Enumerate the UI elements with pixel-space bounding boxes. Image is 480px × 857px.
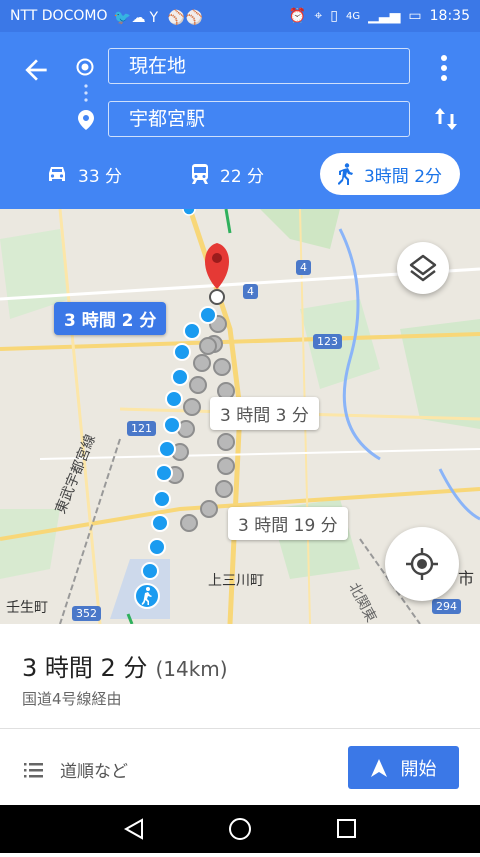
steps-label: 道順など bbox=[60, 762, 128, 782]
steps-button[interactable]: 道順など bbox=[24, 757, 128, 782]
system-nav-bar bbox=[0, 805, 480, 853]
battery-icon: ▭ bbox=[408, 8, 422, 24]
cloud-icon: ☁ bbox=[131, 10, 146, 26]
map-view[interactable]: 4 4 123 121 352 294 上三川町 壬生町 市 東武宇都宮線 北関… bbox=[0, 209, 480, 624]
destination-pin-icon bbox=[78, 110, 94, 130]
destination-field[interactable]: 宇都宮駅 bbox=[108, 101, 410, 137]
directions-header: 現在地 宇都宮駅 33 分 22 分 3時間 2分 bbox=[0, 32, 480, 209]
route-duration: 3 時間 2 分 bbox=[22, 654, 148, 682]
transit-time: 22 分 bbox=[220, 166, 265, 187]
alarm-icon: ⏰ bbox=[288, 8, 307, 24]
origin-field[interactable]: 現在地 bbox=[108, 48, 410, 84]
clock-label: 18:35 bbox=[429, 8, 470, 24]
origin-dot-icon bbox=[76, 58, 94, 76]
start-navigation-button[interactable]: 開始 bbox=[348, 746, 459, 789]
route-summary[interactable]: 3 時間 2 分 (14km) 国道4号線経由 bbox=[0, 624, 480, 728]
train-icon bbox=[192, 164, 208, 184]
nav-home-icon[interactable] bbox=[229, 818, 251, 840]
my-location-button[interactable] bbox=[385, 527, 459, 601]
status-bar: NTT DOCOMO 🐦 ☁ Y ⚾ ⚾ ⏰ ⌖ ▯ 4G ▁▃▅ ▭ 18:3… bbox=[0, 0, 480, 32]
swap-icon[interactable] bbox=[434, 106, 458, 132]
mode-walk-tab[interactable]: 3時間 2分 bbox=[320, 153, 460, 195]
road-shield-123: 123 bbox=[313, 334, 342, 349]
mode-car-tab[interactable]: 33 分 bbox=[46, 153, 122, 195]
yahoo-icon: Y bbox=[149, 10, 159, 26]
road-shield-121: 121 bbox=[127, 421, 156, 436]
connector-dots bbox=[84, 84, 88, 102]
back-arrow-icon[interactable] bbox=[20, 54, 52, 86]
destination-marker-pin[interactable] bbox=[204, 243, 230, 289]
list-icon bbox=[24, 762, 43, 777]
layers-button[interactable] bbox=[397, 242, 449, 294]
mode-transit-tab[interactable]: 22 分 bbox=[190, 153, 264, 195]
destination-marker-dot bbox=[209, 289, 225, 305]
travel-mode-tabs: 33 分 22 分 3時間 2分 bbox=[0, 153, 480, 195]
place-label-mibu: 壬生町 bbox=[6, 600, 48, 616]
place-label-kamimikawa: 上三川町 bbox=[208, 573, 264, 589]
signal-icon: ▁▃▅ bbox=[368, 8, 401, 24]
car-time: 33 分 bbox=[78, 166, 123, 187]
walk-time: 3時間 2分 bbox=[363, 166, 443, 187]
baseball-icon: ⚾ bbox=[167, 10, 185, 26]
layers-icon bbox=[409, 254, 437, 282]
route-via: 国道4号線経由 bbox=[22, 690, 122, 708]
baseball-icon-2: ⚾ bbox=[185, 10, 203, 26]
more-options-icon[interactable] bbox=[440, 54, 448, 82]
place-label-ichi: 市 bbox=[458, 569, 475, 588]
route-time-label-main[interactable]: 3 時間 2 分 bbox=[54, 302, 167, 335]
action-bar: 道順など 開始 bbox=[0, 729, 480, 805]
route-time-label-alt1[interactable]: 3 時間 3 分 bbox=[210, 397, 319, 430]
nav-back-icon[interactable] bbox=[123, 818, 143, 840]
my-location-icon bbox=[406, 548, 438, 580]
route-time-label-alt2[interactable]: 3 時間 19 分 bbox=[228, 507, 348, 540]
route-distance: (14km) bbox=[155, 657, 228, 681]
road-shield-294: 294 bbox=[432, 599, 461, 614]
location-status-icon: ⌖ bbox=[314, 8, 323, 24]
navigation-arrow-icon bbox=[370, 758, 387, 777]
carrier-label: NTT DOCOMO bbox=[10, 8, 108, 24]
route-summary-title: 3 時間 2 分 (14km) bbox=[22, 648, 228, 683]
twitter-icon: 🐦 bbox=[113, 10, 131, 26]
road-shield-4a: 4 bbox=[296, 260, 311, 275]
vibrate-icon: ▯ bbox=[330, 8, 338, 24]
nav-recents-icon[interactable] bbox=[337, 819, 356, 838]
road-shield-4b: 4 bbox=[243, 284, 258, 299]
network-type-label: 4G bbox=[345, 10, 361, 22]
car-icon bbox=[49, 167, 65, 181]
walking-icon bbox=[337, 163, 353, 185]
road-shield-352: 352 bbox=[72, 606, 101, 621]
start-label: 開始 bbox=[400, 758, 437, 780]
